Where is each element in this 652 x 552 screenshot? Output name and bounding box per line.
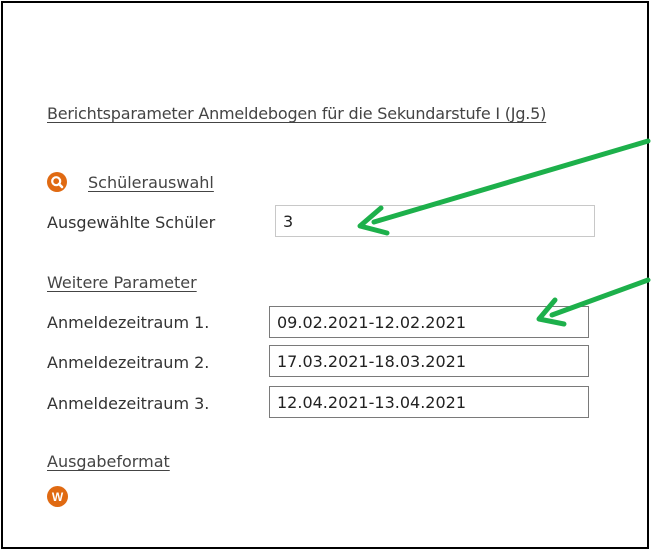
student-selection-link[interactable]: Schülerauswahl [88, 173, 214, 192]
search-icon[interactable] [47, 172, 67, 192]
registration-period-3-label: Anmeldezeitraum 3. [47, 394, 210, 413]
registration-period-2-label: Anmeldezeitraum 2. [47, 353, 210, 372]
registration-period-1-label: Anmeldezeitraum 1. [47, 313, 210, 332]
word-icon-letter: W [52, 490, 64, 504]
word-icon[interactable]: W [47, 486, 68, 507]
further-parameters-heading: Weitere Parameter [47, 273, 197, 292]
registration-period-1-field[interactable] [269, 306, 589, 338]
page-title: Berichtsparameter Anmeldebogen für die S… [47, 104, 547, 123]
selected-students-label: Ausgewählte Schüler [47, 213, 216, 232]
output-format-heading: Ausgabeformat [47, 452, 170, 471]
registration-period-3-field[interactable] [269, 386, 589, 418]
selected-students-field[interactable] [275, 205, 595, 237]
registration-period-2-field[interactable] [269, 345, 589, 377]
